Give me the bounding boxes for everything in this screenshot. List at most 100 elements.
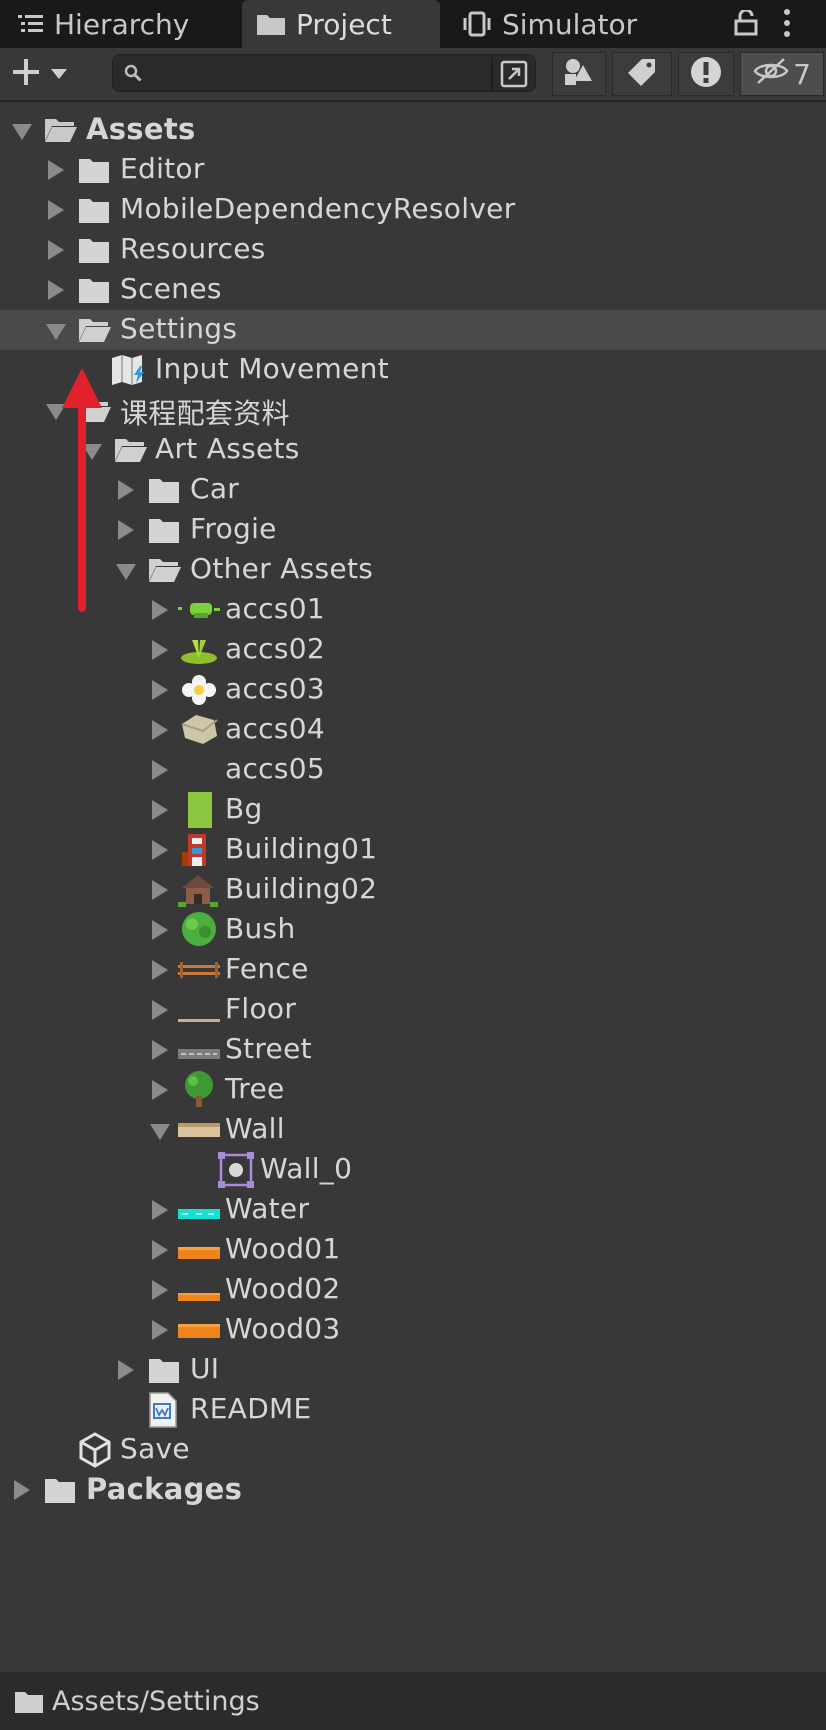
tree-item-resources[interactable]: Resources	[0, 230, 826, 270]
collapsed-arrow-icon[interactable]	[152, 600, 168, 620]
add-button[interactable]	[10, 56, 82, 92]
folder-icon	[148, 1356, 180, 1388]
document-icon	[148, 1392, 178, 1432]
tree-item-bush[interactable]: Bush	[0, 910, 826, 950]
tree-item-water[interactable]: Water	[0, 1190, 826, 1230]
tree-item-frogie[interactable]: Frogie	[0, 510, 826, 550]
tree-item-bg[interactable]: Bg	[0, 790, 826, 830]
collapsed-arrow-icon[interactable]	[152, 800, 168, 820]
tree-item-packages[interactable]: Packages	[0, 1470, 826, 1510]
collapsed-arrow-icon[interactable]	[152, 1040, 168, 1060]
tree-item-floor[interactable]: Floor	[0, 990, 826, 1030]
expanded-arrow-icon[interactable]	[12, 124, 32, 140]
tree-item-art-assets[interactable]: Art Assets	[0, 430, 826, 470]
expanded-arrow-icon[interactable]	[46, 324, 66, 340]
current-path: Assets/Settings	[52, 1686, 260, 1717]
folder-open-icon	[114, 436, 148, 468]
search-icon	[123, 63, 143, 87]
hidden-packages-toggle[interactable]: 7	[740, 52, 824, 96]
collapsed-arrow-icon[interactable]	[118, 480, 134, 500]
tree-item-wood02[interactable]: Wood02	[0, 1270, 826, 1310]
search-by-type-button[interactable]	[552, 52, 606, 96]
tree-item-fence[interactable]: Fence	[0, 950, 826, 990]
tree-label: Frogie	[190, 512, 277, 545]
tree-label: Packages	[86, 1472, 243, 1506]
tree-item-building01[interactable]: Building01	[0, 830, 826, 870]
tree-label: Fence	[225, 952, 309, 985]
collapsed-arrow-icon[interactable]	[152, 1240, 168, 1260]
green-sprite-icon	[178, 598, 220, 626]
tree-label: accs03	[225, 672, 325, 705]
tree-item-save[interactable]: Save	[0, 1430, 826, 1470]
lock-icon[interactable]	[734, 8, 758, 40]
tree-item-car[interactable]: Car	[0, 470, 826, 510]
tree-item-settings[interactable]: Settings	[0, 310, 826, 350]
tree-item-editor[interactable]: Editor	[0, 150, 826, 190]
tree-label: accs05	[225, 752, 325, 785]
collapsed-arrow-icon[interactable]	[48, 160, 64, 180]
list-icon	[18, 14, 44, 34]
collapsed-arrow-icon[interactable]	[48, 240, 64, 260]
collapsed-arrow-icon[interactable]	[152, 1200, 168, 1220]
tree-item-wall-0[interactable]: Wall_0	[0, 1150, 826, 1190]
collapsed-arrow-icon[interactable]	[14, 1480, 30, 1500]
collapsed-arrow-icon[interactable]	[152, 920, 168, 940]
collapsed-arrow-icon[interactable]	[152, 880, 168, 900]
expanded-arrow-icon[interactable]	[116, 564, 136, 580]
expanded-arrow-icon[interactable]	[150, 1124, 170, 1140]
collapsed-arrow-icon[interactable]	[152, 640, 168, 660]
collapsed-arrow-icon[interactable]	[48, 280, 64, 300]
search-input[interactable]	[153, 59, 477, 89]
collapsed-arrow-icon[interactable]	[152, 960, 168, 980]
collapsed-arrow-icon[interactable]	[152, 760, 168, 780]
tree-item-readme[interactable]: README	[0, 1390, 826, 1430]
input-actions-icon	[110, 354, 148, 390]
shapes-icon	[563, 57, 595, 91]
tree-item-tree[interactable]: Tree	[0, 1070, 826, 1110]
wood-sprite-icon	[178, 1323, 220, 1342]
tree-item-wood01[interactable]: Wood01	[0, 1230, 826, 1270]
collapsed-arrow-icon[interactable]	[152, 720, 168, 740]
tree-item-street[interactable]: Street	[0, 1030, 826, 1070]
tree-item-accs05[interactable]: accs05	[0, 750, 826, 790]
collapsed-arrow-icon[interactable]	[152, 1080, 168, 1100]
hidden-count: 7	[793, 57, 811, 91]
tab-project[interactable]: Project	[242, 0, 440, 48]
tree-item-ui[interactable]: UI	[0, 1350, 826, 1390]
tree-sprite-icon	[180, 1070, 218, 1112]
collapsed-arrow-icon[interactable]	[48, 200, 64, 220]
collapsed-arrow-icon[interactable]	[152, 1320, 168, 1340]
tree-item-accs04[interactable]: accs04	[0, 710, 826, 750]
tree-item-building02[interactable]: Building02	[0, 870, 826, 910]
tree-item-accs01[interactable]: accs01	[0, 590, 826, 630]
tree-item-assets[interactable]: Assets	[0, 110, 826, 150]
wall-sprite-icon	[178, 1122, 220, 1141]
collapsed-arrow-icon[interactable]	[152, 1280, 168, 1300]
tree-item-course-materials[interactable]: 课程配套资料	[0, 390, 826, 430]
collapsed-arrow-icon[interactable]	[152, 680, 168, 700]
log-filter-button[interactable]	[678, 52, 734, 96]
tree-item-wood03[interactable]: Wood03	[0, 1310, 826, 1350]
tab-simulator[interactable]: Simulator	[462, 0, 637, 48]
tree-item-mobiledependencyresolver[interactable]: MobileDependencyResolver	[0, 190, 826, 230]
bush-sprite-icon	[178, 910, 220, 952]
collapsed-arrow-icon[interactable]	[152, 1000, 168, 1020]
tree-item-wall[interactable]: Wall	[0, 1110, 826, 1150]
folder-open-icon	[44, 116, 78, 148]
collapsed-arrow-icon[interactable]	[152, 840, 168, 860]
tree-item-other-assets[interactable]: Other Assets	[0, 550, 826, 590]
tab-hierarchy[interactable]: Hierarchy	[18, 0, 189, 48]
tree-item-scenes[interactable]: Scenes	[0, 270, 826, 310]
tree-item-input-movement[interactable]: Input Movement	[0, 350, 826, 390]
search-popout-icon[interactable]	[499, 59, 529, 93]
flower-sprite-icon	[178, 674, 220, 710]
sprite-icon	[218, 1152, 254, 1192]
collapsed-arrow-icon[interactable]	[118, 520, 134, 540]
tree-item-accs02[interactable]: accs02	[0, 630, 826, 670]
search-by-label-button[interactable]	[612, 52, 672, 96]
tree-label: Save	[120, 1432, 190, 1465]
tree-item-accs03[interactable]: accs03	[0, 670, 826, 710]
more-options-icon[interactable]	[782, 8, 792, 42]
collapsed-arrow-icon[interactable]	[118, 1360, 134, 1380]
tree-label: MobileDependencyResolver	[120, 192, 516, 225]
